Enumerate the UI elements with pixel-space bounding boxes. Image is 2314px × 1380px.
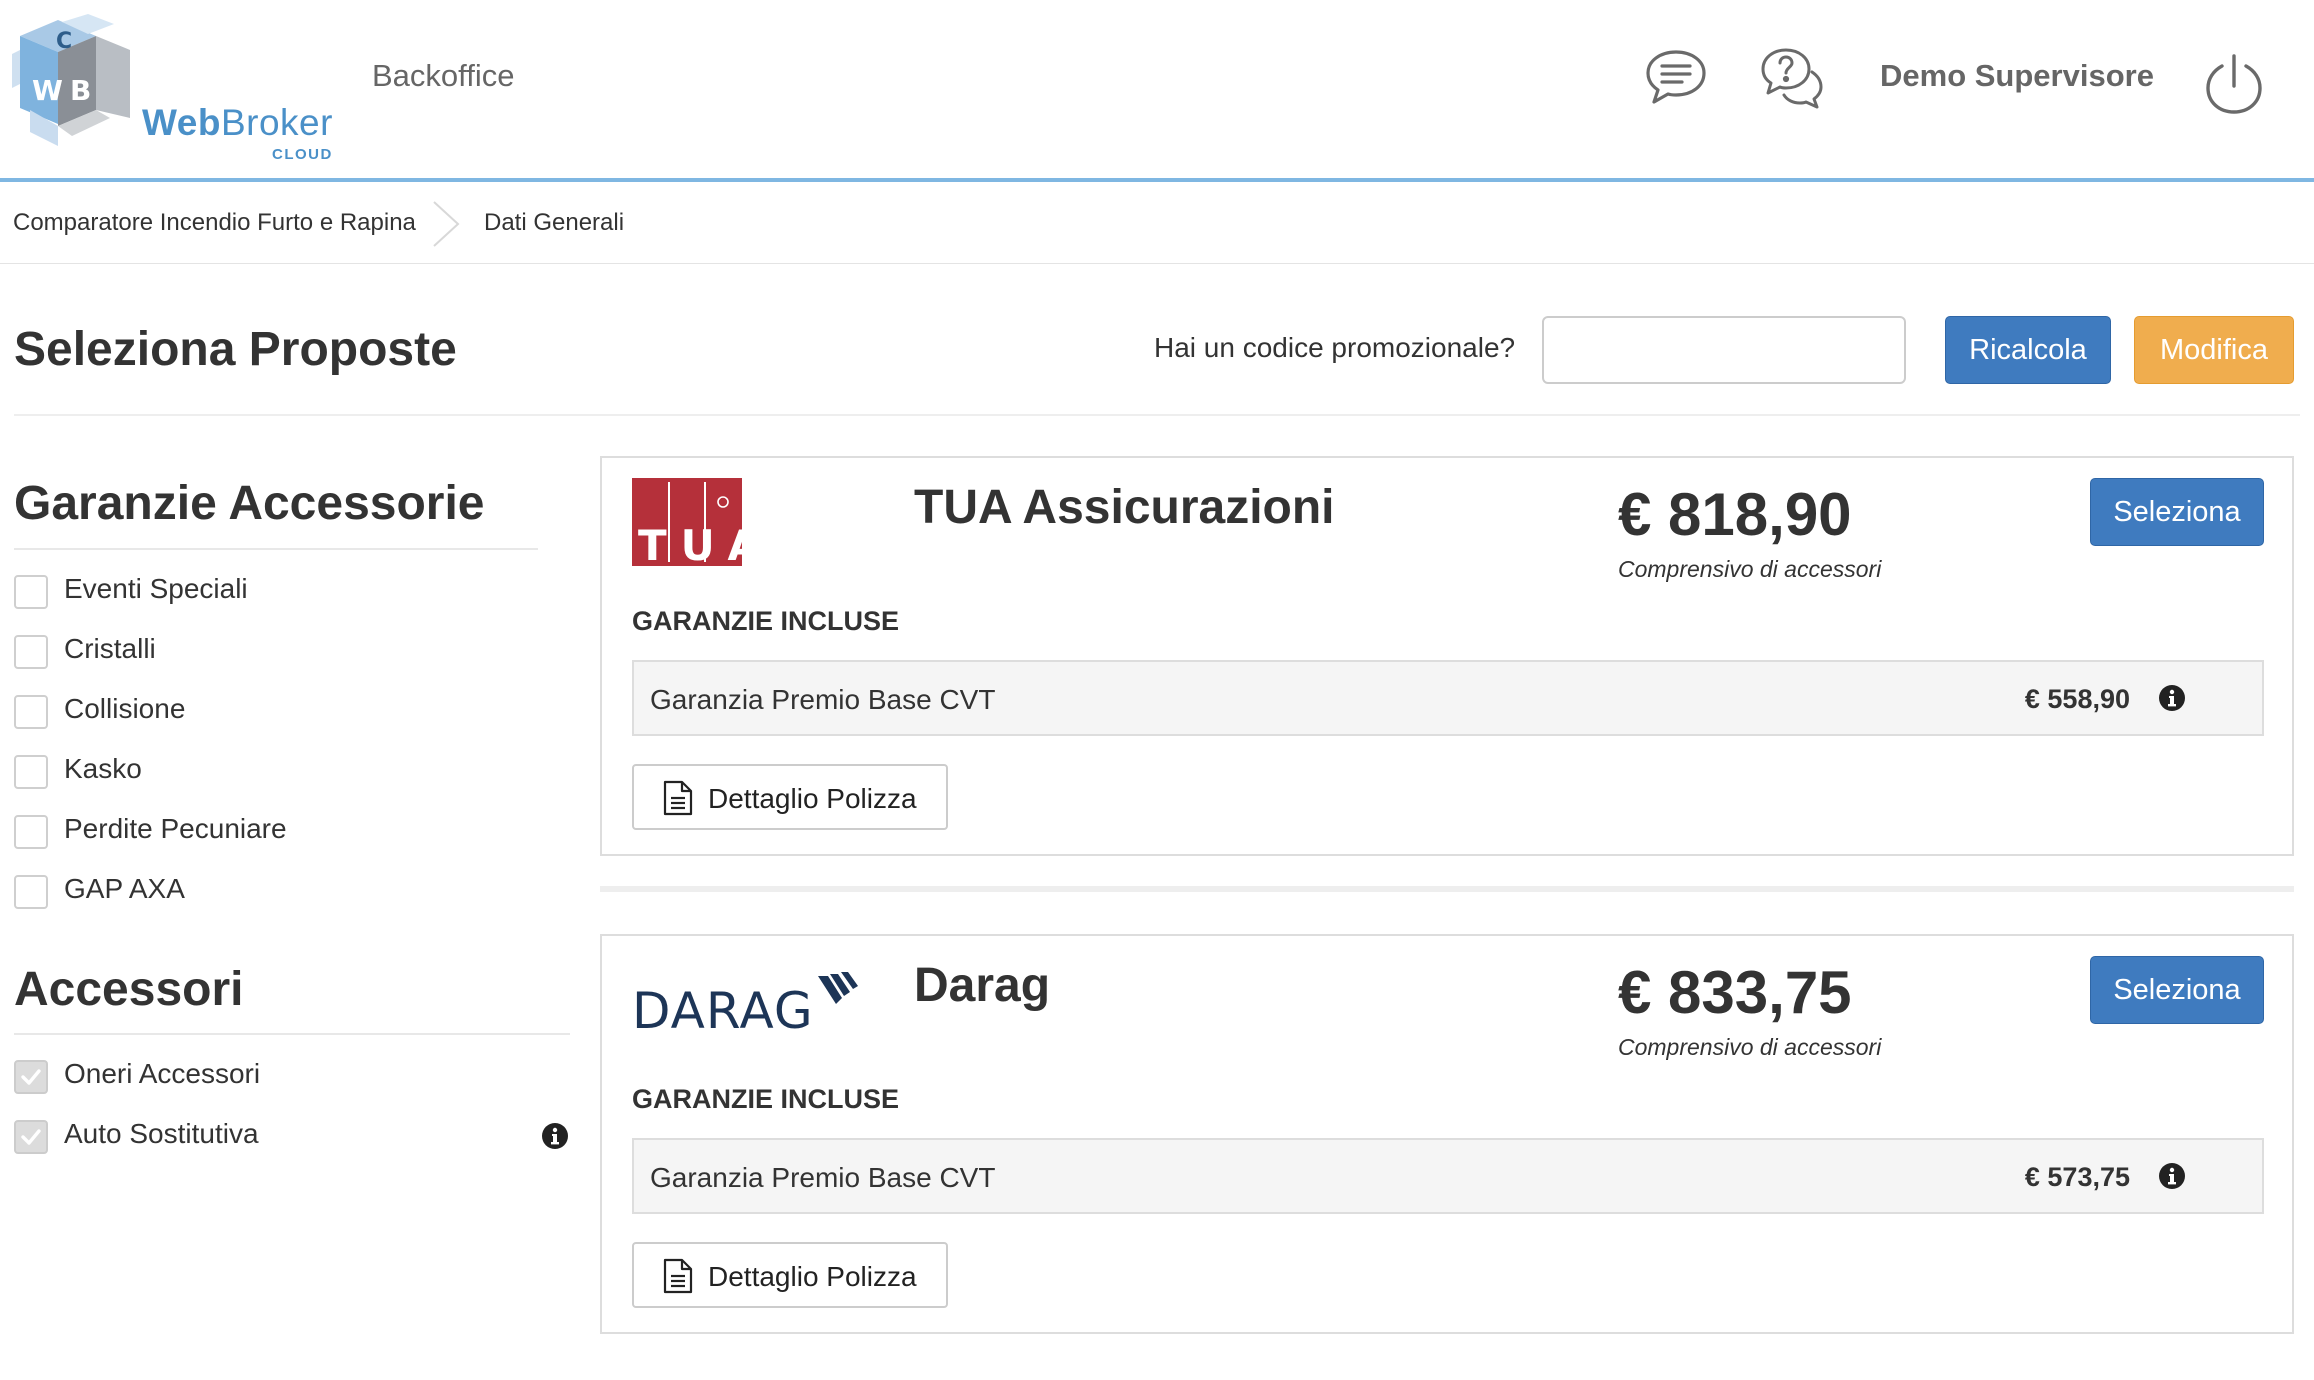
checkbox-row-auto-sostitutiva[interactable]: Auto Sostitutiva [14, 1116, 586, 1156]
guarantees-divider [14, 548, 538, 550]
perdite-pecuniare-checkbox[interactable] [14, 815, 48, 849]
breadcrumb-item-dati-generali[interactable]: Dati Generali [484, 209, 624, 237]
offer-price: € 818,90 [1618, 481, 1852, 548]
webbroker-logo[interactable]: C W B WebBroker CLOUD [10, 14, 332, 163]
svg-text:DARAG: DARAG [632, 982, 814, 1034]
logo-wordmark: WebBroker [142, 102, 333, 143]
company-name: Darag [914, 959, 1051, 1012]
checkbox-row-gap-axa[interactable]: GAP AXA [14, 871, 574, 911]
accessories-divider [14, 1033, 570, 1035]
breadcrumb: Comparatore Incendio Furto e Rapina Dati… [0, 182, 2314, 264]
checkbox-row-perdite-pecuniare[interactable]: Perdite Pecuniare [14, 811, 574, 851]
price-note: Comprensivo di accessori [1618, 556, 1882, 582]
checkbox-label: Cristalli [64, 633, 156, 664]
help-chat-icon[interactable] [1760, 46, 1824, 110]
checkmark-icon [21, 1129, 41, 1145]
info-icon[interactable] [541, 1122, 569, 1150]
cristalli-checkbox[interactable] [14, 635, 48, 669]
offers-divider [600, 886, 2294, 892]
chat-icon[interactable] [1644, 46, 1708, 110]
guarantee-row: Garanzia Premio Base CVT € 558,90 [632, 660, 2264, 736]
collisione-checkbox[interactable] [14, 695, 48, 729]
svg-text:W: W [32, 74, 63, 107]
recalculate-button[interactable]: Ricalcola [1945, 316, 2111, 384]
offer-price: € 833,75 [1618, 959, 1852, 1026]
modify-button[interactable]: Modifica [2134, 316, 2294, 384]
guarantee-label: Garanzia Premio Base CVT [650, 684, 996, 715]
guarantee-price: € 573,75 [2024, 1162, 2130, 1192]
checkmark-icon [21, 1069, 41, 1085]
eventi-speciali-checkbox[interactable] [14, 575, 48, 609]
info-icon[interactable] [2158, 684, 2186, 712]
oneri-accessori-checkbox[interactable] [14, 1060, 48, 1094]
policy-detail-button[interactable]: Dettaglio Polizza [632, 764, 948, 830]
guarantee-label: Garanzia Premio Base CVT [650, 1162, 996, 1193]
promo-code-label: Hai un codice promozionale? [1154, 332, 1516, 363]
included-guarantees-heading: GARANZIE INCLUSE [632, 606, 900, 636]
policy-detail-label: Dettaglio Polizza [708, 1261, 917, 1292]
section-title: Backoffice [372, 58, 515, 93]
checkbox-row-collisione[interactable]: Collisione [14, 691, 574, 731]
price-note: Comprensivo di accessori [1618, 1034, 1882, 1060]
app-header: C W B WebBroker CLOUD Backoffice Demo Su… [0, 0, 2314, 182]
document-icon [663, 1258, 693, 1294]
policy-detail-button[interactable]: Dettaglio Polizza [632, 1242, 948, 1308]
svg-text:B: B [70, 74, 91, 107]
checkbox-row-cristalli[interactable]: Cristalli [14, 631, 574, 671]
guarantee-row: Garanzia Premio Base CVT € 573,75 [632, 1138, 2264, 1214]
company-name: TUA Assicurazioni [914, 481, 1335, 534]
user-name[interactable]: Demo Supervisore [1880, 58, 2154, 94]
breadcrumb-chevron-icon [433, 201, 460, 247]
checkbox-label: GAP AXA [64, 873, 185, 904]
offer-card-tua: TUA TUA Assicurazioni € 818,90 Comprensi… [600, 456, 2294, 856]
breadcrumb-item-comparatore[interactable]: Comparatore Incendio Furto e Rapina [13, 209, 416, 237]
checkbox-label: Eventi Speciali [64, 573, 248, 604]
checkbox-label: Oneri Accessori [64, 1058, 261, 1089]
checkbox-label: Kasko [64, 753, 142, 784]
policy-detail-label: Dettaglio Polizza [708, 783, 917, 814]
auto-sostitutiva-checkbox[interactable] [14, 1120, 48, 1154]
select-offer-button[interactable]: Seleziona [2090, 478, 2264, 546]
offer-card-darag: DARAG Darag € 833,75 Comprensivo di acce… [600, 934, 2294, 1334]
cube-logo-icon: C W B [12, 14, 130, 146]
svg-text:C: C [56, 29, 72, 54]
kasko-checkbox[interactable] [14, 755, 48, 789]
select-offer-button[interactable]: Seleziona [2090, 956, 2264, 1024]
checkbox-label: Auto Sostitutiva [64, 1118, 259, 1149]
darag-logo: DARAG [632, 954, 872, 1040]
accessory-guarantees-heading: Garanzie Accessorie [14, 477, 485, 530]
document-icon [663, 780, 693, 816]
accessories-heading: Accessori [14, 963, 244, 1016]
included-guarantees-heading: GARANZIE INCLUSE [632, 1084, 900, 1114]
power-icon[interactable] [2202, 52, 2266, 116]
page-title: Seleziona Proposte [14, 323, 457, 376]
checkbox-label: Collisione [64, 693, 186, 724]
checkbox-label: Perdite Pecuniare [64, 813, 287, 844]
svg-text:TUA: TUA [638, 521, 742, 566]
info-icon[interactable] [2158, 1162, 2186, 1190]
checkbox-row-oneri-accessori[interactable]: Oneri Accessori [14, 1056, 574, 1096]
tua-logo: TUA [632, 478, 760, 571]
promo-code-input[interactable] [1542, 316, 1906, 384]
gap-axa-checkbox[interactable] [14, 875, 48, 909]
checkbox-row-kasko[interactable]: Kasko [14, 751, 574, 791]
logo-subtitle: CLOUD [272, 146, 333, 163]
guarantee-price: € 558,90 [2024, 684, 2130, 714]
title-divider [14, 414, 2300, 416]
checkbox-row-eventi-speciali[interactable]: Eventi Speciali [14, 571, 574, 611]
